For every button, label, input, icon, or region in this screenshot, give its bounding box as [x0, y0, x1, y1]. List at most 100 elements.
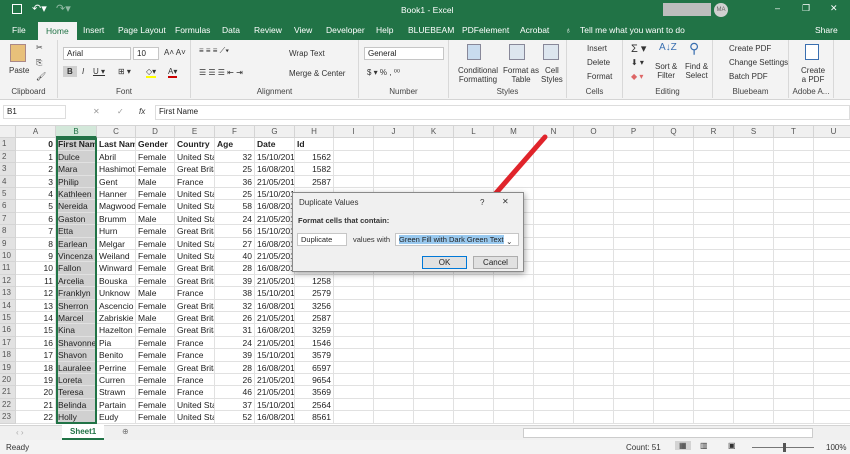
cell-E4[interactable]: France [175, 175, 215, 188]
cell-Q12[interactable] [654, 274, 694, 288]
cell-H2[interactable]: 1562 [295, 150, 334, 164]
cell-T1[interactable] [774, 138, 814, 151]
cell-P17[interactable] [614, 336, 654, 350]
cell-N6[interactable] [534, 200, 574, 213]
conditional-formatting-button[interactable]: Conditional Formatting [458, 66, 498, 84]
cell-C15[interactable]: Zabriskie [97, 312, 136, 325]
grow-font-icon[interactable]: A˄ A˅ [164, 48, 186, 57]
cell-Q1[interactable] [654, 138, 694, 151]
wrap-text-button[interactable]: Wrap Text [289, 49, 325, 58]
cell-S10[interactable] [734, 250, 774, 263]
cell-F14[interactable]: 32 [215, 299, 255, 312]
cell-A21[interactable]: 20 [16, 386, 56, 399]
cell-L22[interactable] [454, 398, 494, 412]
cell-U23[interactable] [814, 411, 850, 424]
cell-A16[interactable]: 15 [16, 324, 56, 337]
insert-button[interactable]: Insert [587, 44, 607, 53]
tab-insert[interactable]: Insert [83, 25, 104, 35]
cell-E7[interactable]: United Sta [175, 212, 215, 226]
help-button[interactable]: ? [480, 198, 484, 207]
cell-T18[interactable] [774, 349, 814, 362]
cell-O2[interactable] [574, 150, 614, 164]
cell-G12[interactable]: 21/05/2015 [255, 274, 295, 288]
cell-J12[interactable] [374, 274, 414, 288]
cell-J15[interactable] [374, 312, 414, 325]
cell-B20[interactable]: Loreta [56, 374, 97, 387]
cell-J4[interactable] [374, 175, 414, 188]
cell-Q17[interactable] [654, 336, 694, 350]
cell-O7[interactable] [574, 212, 614, 226]
cell-T8[interactable] [774, 225, 814, 238]
cell-D17[interactable]: Female [136, 336, 175, 350]
row-header[interactable]: 7 [0, 212, 16, 226]
cancel-button[interactable]: Cancel [473, 256, 518, 269]
cell-U11[interactable] [814, 262, 850, 275]
cell-N1[interactable] [534, 138, 574, 151]
cell-Q6[interactable] [654, 200, 694, 213]
cell-J16[interactable] [374, 324, 414, 337]
cell-S19[interactable] [734, 361, 774, 374]
cell-Q15[interactable] [654, 312, 694, 325]
cell-F1[interactable]: Age [215, 138, 255, 151]
cell-E12[interactable]: Great Brita [175, 274, 215, 288]
cell-D7[interactable]: Male [136, 212, 175, 226]
cell-C5[interactable]: Hanner [97, 188, 136, 201]
cell-F15[interactable]: 26 [215, 312, 255, 325]
cell-P8[interactable] [614, 225, 654, 238]
column-header-I[interactable]: I [334, 126, 374, 139]
cell-U21[interactable] [814, 386, 850, 399]
cell-N18[interactable] [534, 349, 574, 362]
cell-N2[interactable] [534, 150, 574, 164]
cell-N5[interactable] [534, 188, 574, 201]
cell-T4[interactable] [774, 175, 814, 188]
cell-E10[interactable]: United Sta [175, 250, 215, 263]
cell-O19[interactable] [574, 361, 614, 374]
cell-N4[interactable] [534, 175, 574, 188]
cell-I1[interactable] [334, 138, 374, 151]
cell-A4[interactable]: 3 [16, 175, 56, 188]
cell-L19[interactable] [454, 361, 494, 374]
cell-H22[interactable]: 2564 [295, 398, 334, 412]
cell-R6[interactable] [694, 200, 734, 213]
cell-H19[interactable]: 6597 [295, 361, 334, 374]
cell-P4[interactable] [614, 175, 654, 188]
cell-N17[interactable] [534, 336, 574, 350]
cell-C22[interactable]: Partain [97, 398, 136, 412]
cell-N14[interactable] [534, 299, 574, 312]
cell-L14[interactable] [454, 299, 494, 312]
cell-R17[interactable] [694, 336, 734, 350]
cell-Q2[interactable] [654, 150, 694, 164]
cell-R23[interactable] [694, 411, 734, 424]
cell-U6[interactable] [814, 200, 850, 213]
cell-G7[interactable]: 21/05/2015 [255, 212, 295, 226]
row-header[interactable]: 10 [0, 250, 16, 263]
cell-I15[interactable] [334, 312, 374, 325]
cell-A9[interactable]: 8 [16, 237, 56, 250]
cell-T15[interactable] [774, 312, 814, 325]
name-box[interactable]: B1 [3, 105, 66, 119]
cell-S15[interactable] [734, 312, 774, 325]
cell-R22[interactable] [694, 398, 734, 412]
number-format-select[interactable]: General [364, 47, 444, 60]
cell-I12[interactable] [334, 274, 374, 288]
font-color-icon[interactable]: A▾ [168, 67, 178, 78]
cell-I17[interactable] [334, 336, 374, 350]
cell-B17[interactable]: Shavonne [56, 336, 97, 350]
cell-L16[interactable] [454, 324, 494, 337]
cell-D2[interactable]: Female [136, 150, 175, 164]
row-header[interactable]: 19 [0, 361, 16, 374]
cell-O20[interactable] [574, 374, 614, 387]
cell-C9[interactable]: Melgar [97, 237, 136, 250]
cell-G17[interactable]: 21/05/2015 [255, 336, 295, 350]
cell-S16[interactable] [734, 324, 774, 337]
cell-I4[interactable] [334, 175, 374, 188]
row-header[interactable]: 8 [0, 225, 16, 238]
cell-J23[interactable] [374, 411, 414, 424]
cell-O1[interactable] [574, 138, 614, 151]
cell-M1[interactable] [494, 138, 534, 151]
minimize-icon[interactable]: – [775, 3, 780, 13]
cell-K1[interactable] [414, 138, 454, 151]
cell-G20[interactable]: 21/05/2015 [255, 374, 295, 387]
cell-T23[interactable] [774, 411, 814, 424]
cell-U14[interactable] [814, 300, 850, 312]
